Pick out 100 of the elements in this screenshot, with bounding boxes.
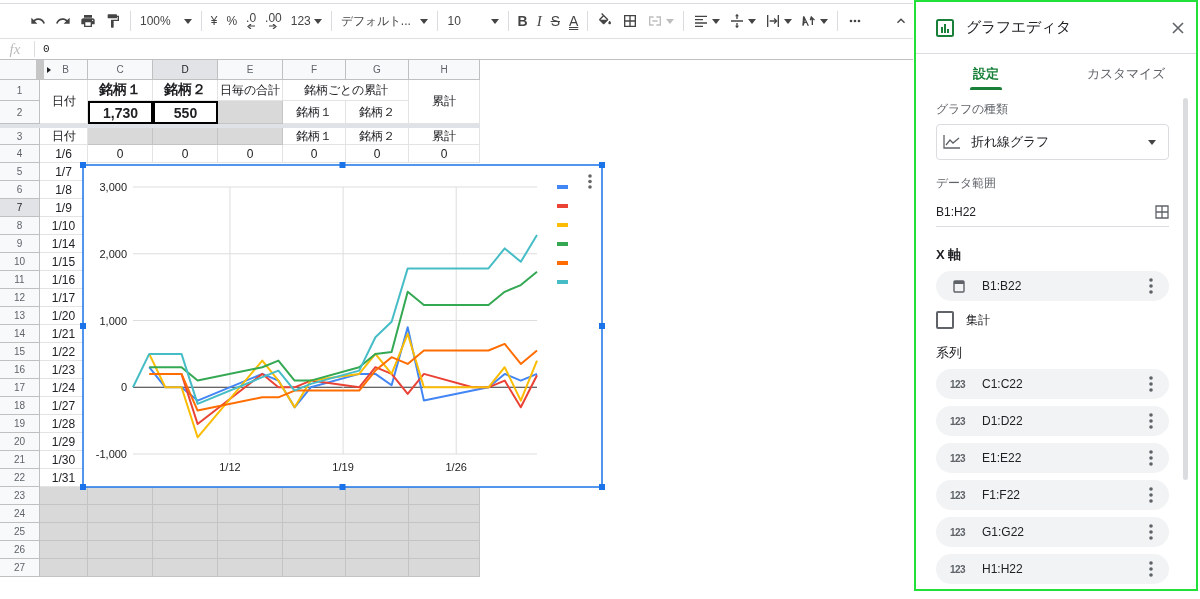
strikethrough-button[interactable]: S <box>546 9 564 33</box>
table-cell: 日付 <box>40 80 88 124</box>
row-header[interactable]: 18 <box>0 397 40 415</box>
series-chip[interactable]: 123 E1:E22 <box>936 443 1169 473</box>
column-header[interactable]: H <box>409 60 480 80</box>
caret-icon <box>748 18 757 24</box>
row-header[interactable]: 6 <box>0 181 40 199</box>
row-header[interactable]: 24 <box>0 505 40 523</box>
row-header[interactable]: 12 <box>0 289 40 307</box>
row-header[interactable]: 11 <box>0 271 40 289</box>
row-header[interactable]: 8 <box>0 217 40 235</box>
row-header[interactable]: 16 <box>0 361 40 379</box>
series-chip[interactable]: 123 H1:H22 <box>936 554 1169 584</box>
axis-tick-label: 2,000 <box>99 247 127 260</box>
chart-type-dropdown[interactable]: 折れ線グラフ <box>936 124 1169 160</box>
row-header[interactable]: 9 <box>0 235 40 253</box>
grid-icon[interactable] <box>1155 205 1169 219</box>
caret-icon <box>420 18 429 24</box>
more-options-icon[interactable] <box>1149 561 1153 577</box>
scrollbar[interactable] <box>1183 98 1188 480</box>
more-options-icon[interactable] <box>1149 278 1153 294</box>
data-range-field[interactable]: B1:H22 <box>936 205 977 219</box>
row-header[interactable]: 7 <box>0 199 40 217</box>
row-header[interactable]: 5 <box>0 163 40 181</box>
text-color-button[interactable]: A <box>564 9 583 33</box>
column-header[interactable]: F <box>283 60 346 80</box>
arrow-icon <box>247 24 256 29</box>
table-cell: 日毎の合計 <box>218 80 283 101</box>
column-header[interactable]: C <box>88 60 153 80</box>
row-header[interactable]: 13 <box>0 307 40 325</box>
section-heading: X 軸 <box>936 247 963 263</box>
column-header[interactable]: D <box>153 60 218 80</box>
row-header[interactable]: 25 <box>0 523 40 541</box>
currency-button[interactable]: ¥ <box>206 9 222 33</box>
chart-icon <box>936 18 954 37</box>
resize-handle[interactable] <box>339 484 346 490</box>
row-header[interactable]: 21 <box>0 451 40 469</box>
row-header[interactable]: 14 <box>0 325 40 343</box>
row-header[interactable]: 22 <box>0 469 40 487</box>
row-header[interactable]: 20 <box>0 433 40 451</box>
checkbox[interactable] <box>936 311 954 329</box>
bold-button[interactable]: B <box>513 9 532 33</box>
series-chip[interactable]: 123 G1:G22 <box>936 517 1169 547</box>
number-type-icon: 123 <box>950 526 968 538</box>
line-chart-icon <box>943 135 961 149</box>
font-dropdown[interactable]: デフォルト... <box>336 9 433 33</box>
row-header[interactable]: 2 <box>0 101 40 124</box>
more-options-icon[interactable] <box>1149 413 1153 429</box>
resize-handle[interactable] <box>599 162 605 168</box>
resize-handle[interactable] <box>339 162 346 168</box>
resize-handle[interactable] <box>599 484 605 490</box>
row-header[interactable]: 17 <box>0 379 40 397</box>
more-options-icon[interactable] <box>1149 524 1153 540</box>
more-options-icon[interactable] <box>1149 376 1153 392</box>
row-header[interactable]: 15 <box>0 343 40 361</box>
series-chip[interactable]: 123 F1:F22 <box>936 480 1169 510</box>
percent-button[interactable]: % <box>222 9 242 33</box>
column-header[interactable]: G <box>346 60 409 80</box>
series-chip[interactable]: 123 D1:D22 <box>936 406 1169 436</box>
italic-button[interactable]: I <box>532 9 546 33</box>
calendar-icon <box>950 279 968 293</box>
increase-decimals-button[interactable]: .00 <box>261 9 286 33</box>
text-wrap-icon <box>765 13 782 29</box>
zoom-dropdown[interactable]: 100% <box>136 9 196 33</box>
close-icon[interactable] <box>1172 21 1184 34</box>
resize-handle[interactable] <box>80 484 86 490</box>
number-type-icon: 123 <box>950 452 968 464</box>
more-options-icon[interactable] <box>588 174 592 189</box>
formula-input[interactable]: 0 <box>43 43 50 55</box>
row-header[interactable]: 4 <box>0 145 40 163</box>
caret-icon <box>1148 139 1156 145</box>
tab[interactable]: カスタマイズ <box>1056 54 1196 94</box>
tab[interactable]: 設定 <box>916 54 1056 94</box>
table-cell: 1/6 <box>40 145 88 163</box>
section-heading: 系列 <box>936 345 963 361</box>
table-cell: 日付 <box>40 128 88 145</box>
font-size-dropdown[interactable]: 10 <box>443 9 503 33</box>
table-cell: 銘柄ごとの累計 <box>283 80 409 101</box>
series-chip[interactable]: 123 C1:C22 <box>936 369 1169 399</box>
column-header[interactable]: E <box>218 60 283 80</box>
row-header[interactable]: 19 <box>0 415 40 433</box>
table-cell: 0 <box>218 145 283 163</box>
row-header[interactable]: 3 <box>0 128 40 145</box>
more-options-icon[interactable] <box>1149 450 1153 466</box>
resize-handle[interactable] <box>80 323 86 329</box>
more-options-icon[interactable] <box>1149 487 1153 503</box>
chart-frame[interactable] <box>82 164 603 488</box>
resize-handle[interactable] <box>599 323 605 329</box>
number-format-dropdown[interactable]: 123 <box>286 9 326 33</box>
row-header[interactable]: 23 <box>0 487 40 505</box>
column-header[interactable]: B <box>40 60 88 80</box>
table-cell: 銘柄１ <box>283 128 346 145</box>
row-header[interactable]: 1 <box>0 80 40 101</box>
row-header[interactable]: 27 <box>0 559 40 577</box>
row-header[interactable]: 10 <box>0 253 40 271</box>
row-header[interactable]: 26 <box>0 541 40 559</box>
caret-icon <box>820 18 829 24</box>
x-axis-chip[interactable]: B1:B22 <box>936 271 1169 301</box>
resize-handle[interactable] <box>80 162 86 168</box>
decrease-decimals-button[interactable]: .0 <box>242 9 261 33</box>
